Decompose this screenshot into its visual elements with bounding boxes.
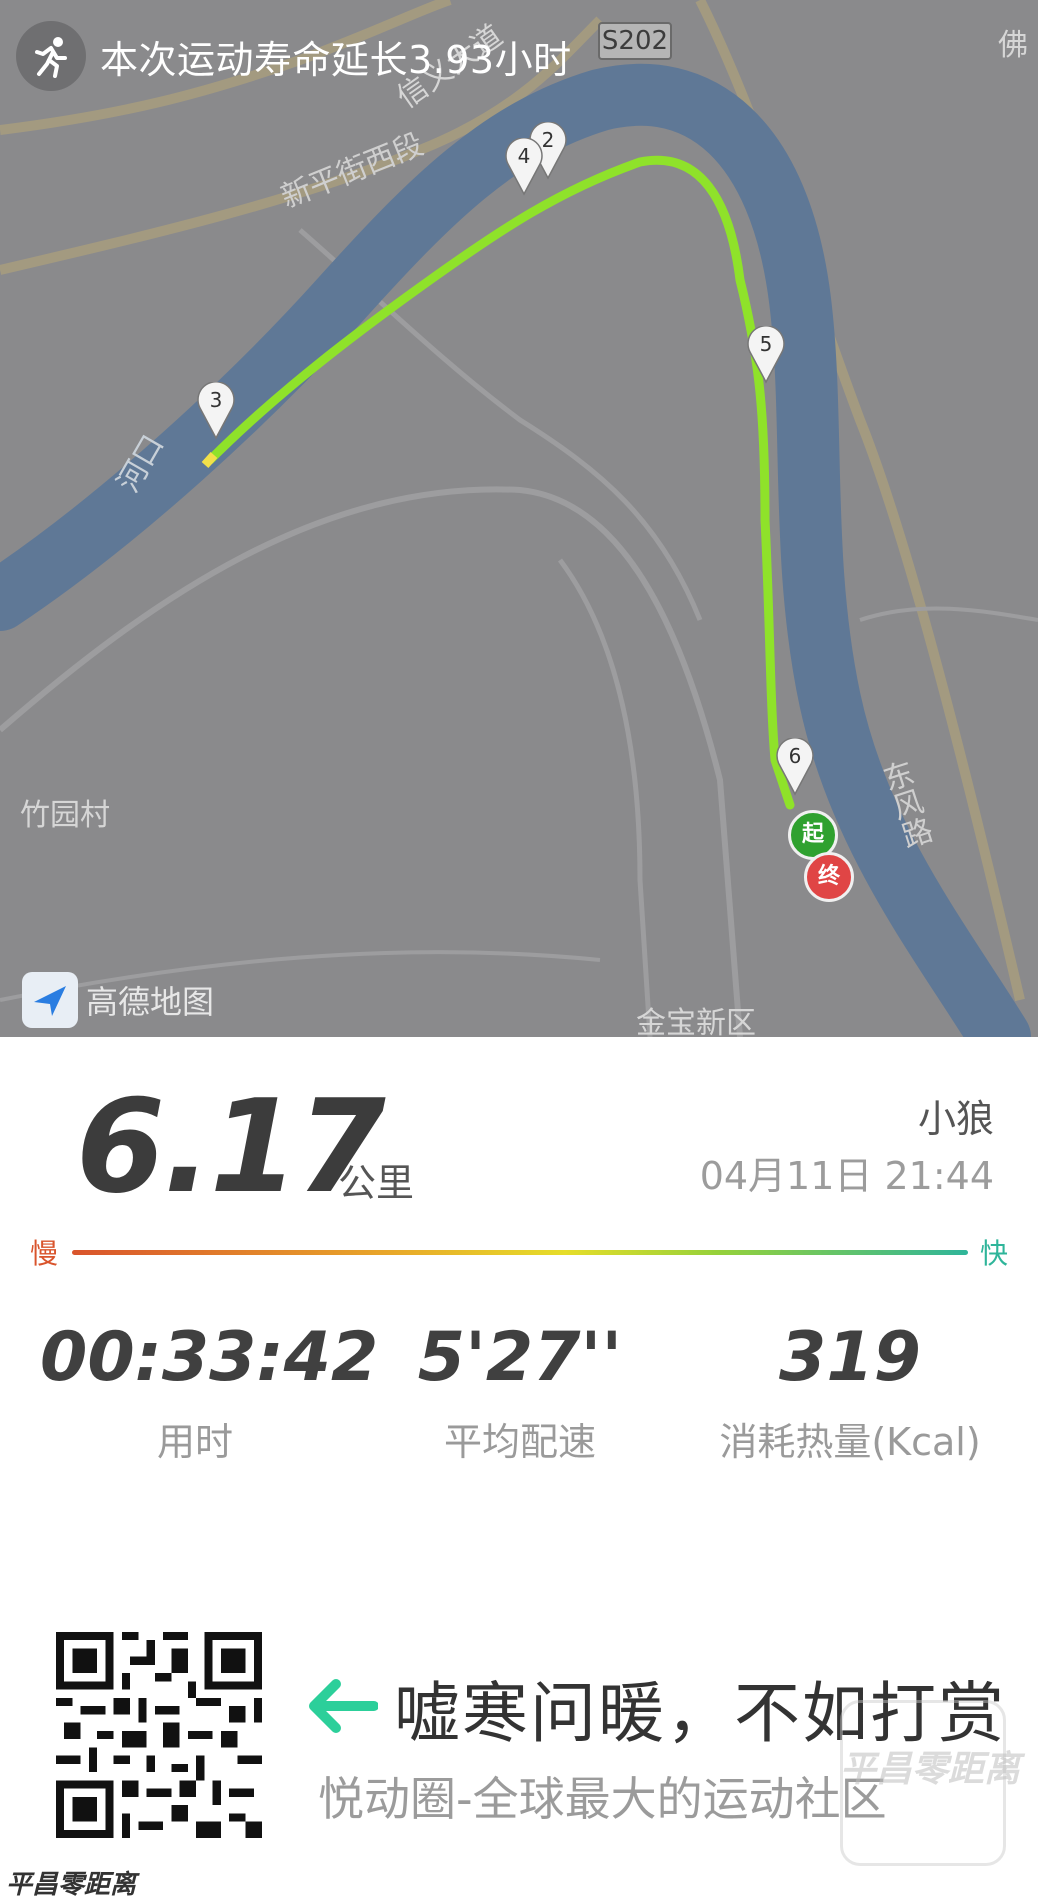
km-marker[interactable]: 6 (775, 737, 815, 796)
run-datetime: 04月11日 21:44 (699, 1154, 994, 1198)
runner-icon (16, 21, 86, 91)
watermark-stamp-text: 平昌零距离 (840, 1749, 1021, 1790)
banner-text: 本次运动寿命延长3.93小时 (100, 37, 572, 82)
watermark-text: 平昌零距离 (6, 1870, 137, 1900)
metric-value: 5'27'' (417, 1318, 623, 1397)
map-label-village: 竹园村 (20, 798, 110, 833)
left-arrow-icon (304, 1676, 379, 1740)
km-marker[interactable]: 5 (746, 325, 786, 384)
pace-fast-label: 快 (979, 1237, 1008, 1270)
road-code-badge: S202 (598, 22, 672, 60)
km-marker[interactable]: 4 (504, 137, 544, 196)
amap-logo-icon (22, 972, 78, 1028)
km-marker-label: 3 (209, 388, 223, 412)
pace-slow-label: 慢 (30, 1237, 59, 1270)
km-marker-label: 4 (517, 144, 531, 168)
map-label-district: 金宝新区 (636, 1006, 756, 1037)
km-marker-label: 5 (759, 332, 773, 356)
qr-code[interactable] (56, 1632, 262, 1838)
promo-subtitle: 悦动圈-全球最大的运动社区 (318, 1772, 887, 1826)
metric-duration: 00:33:42 用时 (40, 1318, 379, 1466)
map-provider-label: 高德地图 (86, 983, 215, 1021)
metric-label: 用时 (156, 1420, 233, 1464)
metric-label: 消耗热量(Kcal) (719, 1420, 981, 1464)
km-marker-label: 6 (788, 744, 802, 768)
map-label-corner: 佛 (998, 28, 1028, 63)
metric-label: 平均配速 (443, 1420, 596, 1464)
km-marker[interactable]: 3 (196, 381, 236, 440)
metric-value: 00:33:42 (40, 1318, 379, 1397)
pace-gradient-bar (72, 1250, 968, 1255)
metric-calories: 319 消耗热量(Kcal) (690, 1318, 1010, 1466)
life-extension-banner: 本次运动寿命延长3.93小时 (16, 20, 572, 92)
username[interactable]: 小狼 (918, 1088, 994, 1143)
metric-pace: 5'27'' 平均配速 (370, 1318, 670, 1466)
end-badge: 终 (804, 852, 854, 902)
distance-unit: 公里 (338, 1161, 415, 1205)
route-map[interactable]: 3 2 4 5 6 起 终 S202 信义大道 新平街西段 佛 河口 竹园村 东… (0, 0, 1038, 1037)
metric-value: 319 (779, 1318, 921, 1397)
map-provider: 高德地图 (22, 972, 214, 1028)
